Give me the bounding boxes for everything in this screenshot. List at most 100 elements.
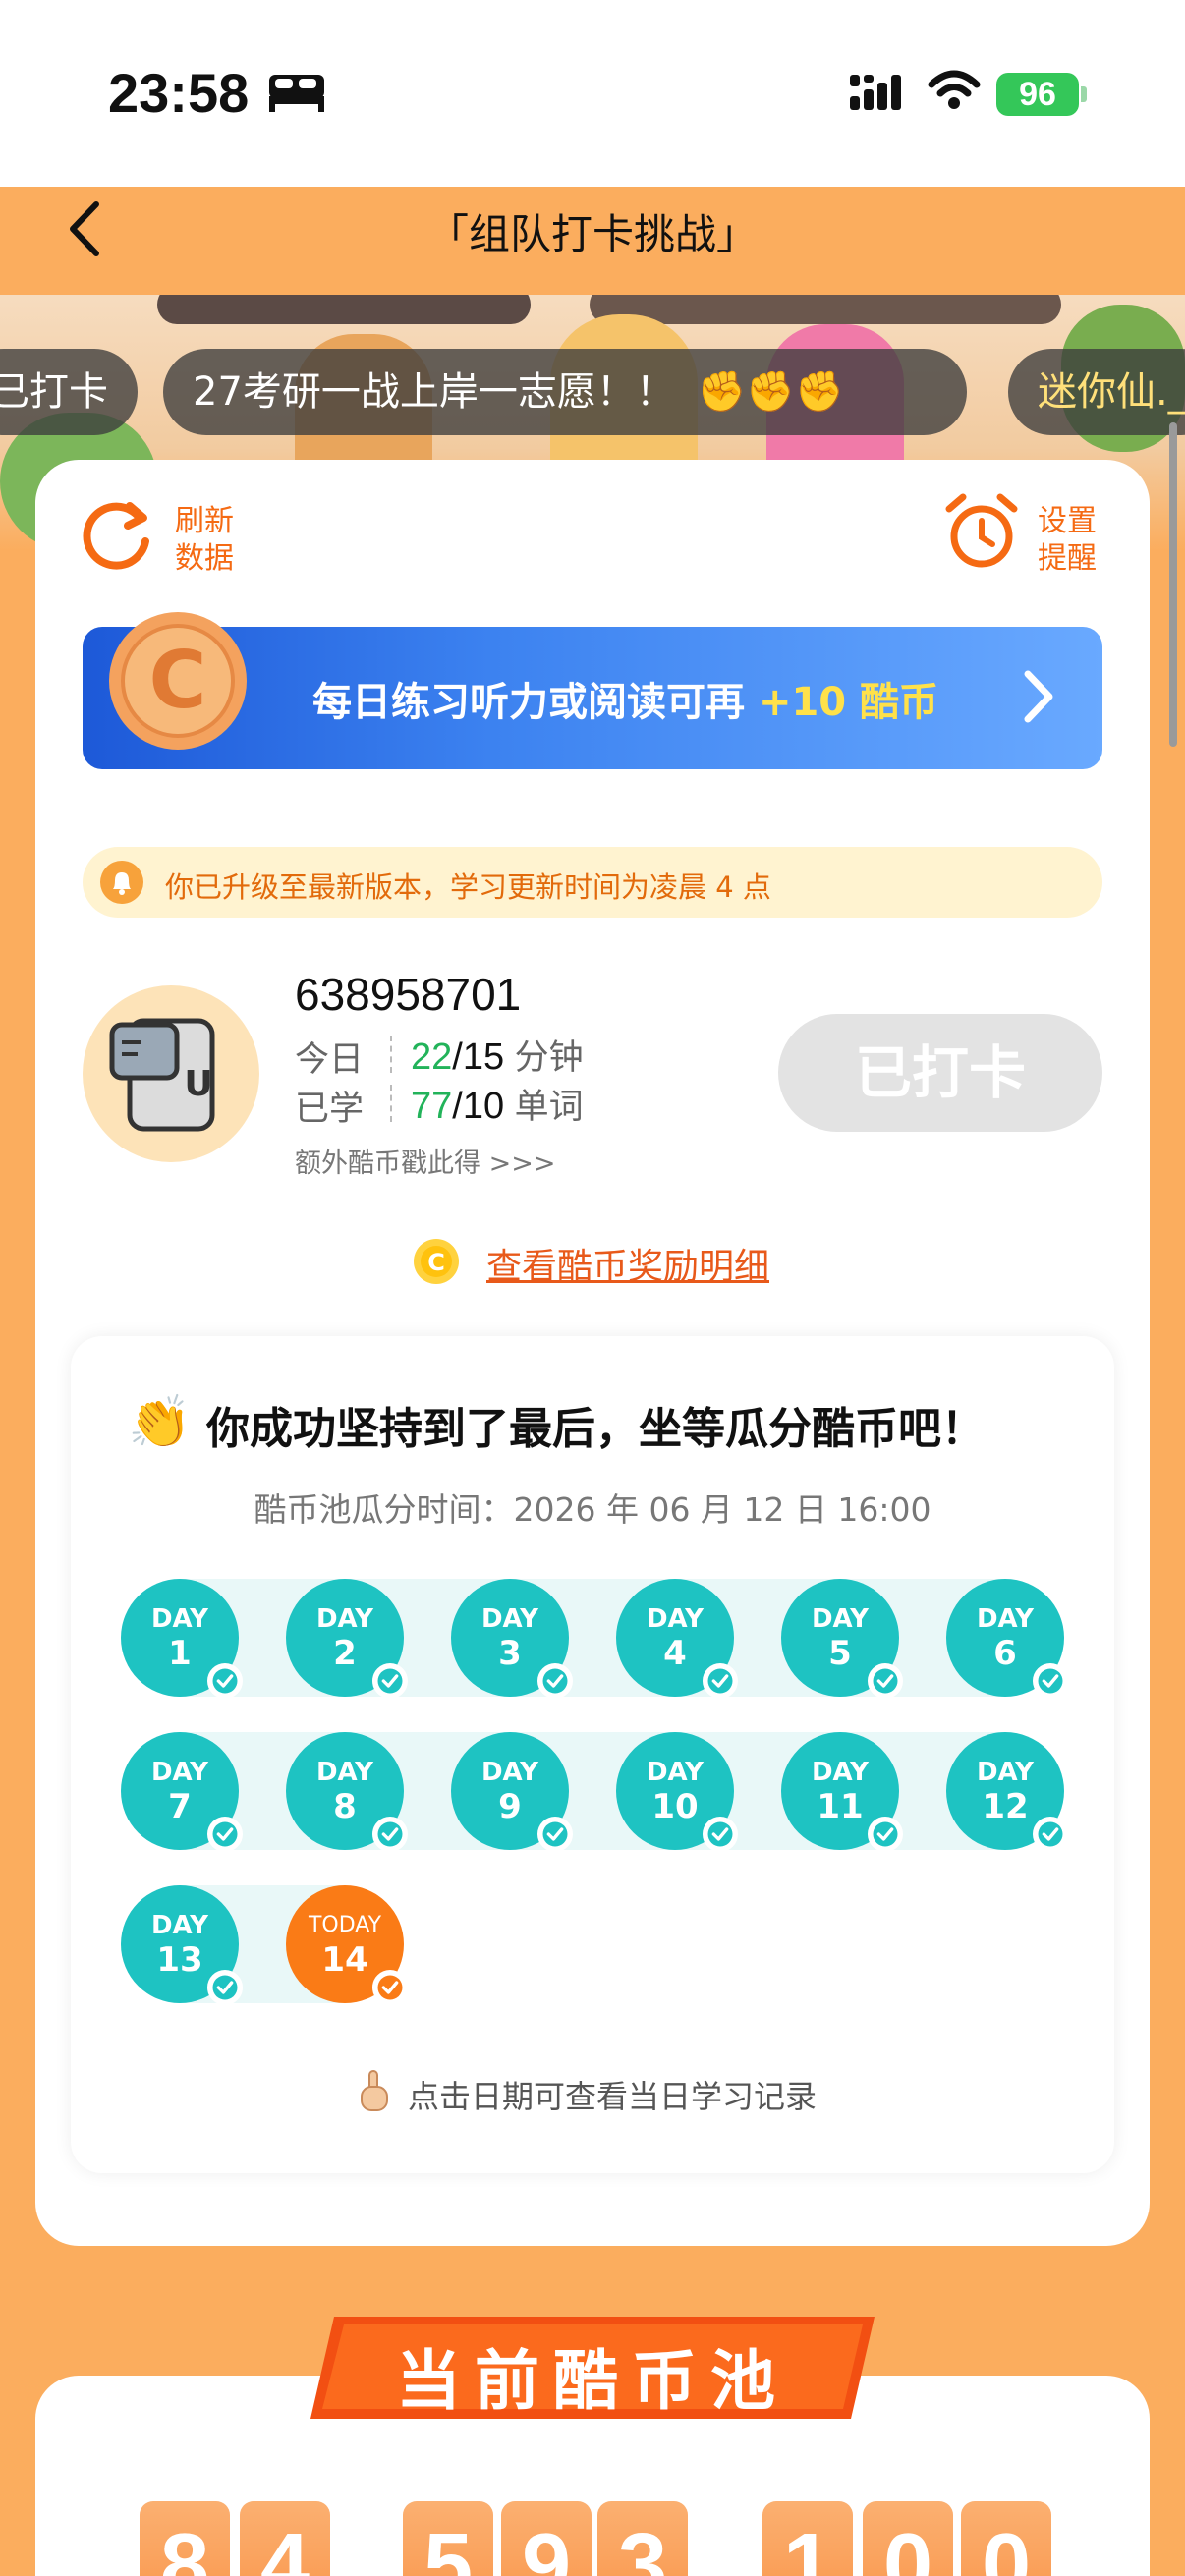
day-7-button[interactable]: DAY 7 xyxy=(121,1732,243,1852)
reminder-label-line: 设置 xyxy=(1038,504,1097,538)
learned-done: 77 xyxy=(411,1086,453,1127)
bell-icon xyxy=(100,861,143,904)
day-9-button[interactable]: DAY 9 xyxy=(451,1732,573,1852)
check-icon xyxy=(537,1817,573,1852)
coin-icon: C xyxy=(109,612,247,750)
check-icon xyxy=(207,1970,243,2005)
cellular-signal-icon xyxy=(850,75,901,110)
marquee-pill: 迷你仙._( xyxy=(1008,349,1185,435)
check-icon xyxy=(1033,1817,1068,1852)
reward-details-link[interactable]: 查看酷币奖励明细 xyxy=(486,1238,769,1289)
marquee-pill: 已打卡 xyxy=(0,349,138,435)
pool-digit: 4 xyxy=(240,2501,330,2576)
day-label: DAY xyxy=(480,1758,539,1787)
day-8-button[interactable]: DAY 8 xyxy=(286,1732,408,1852)
check-icon xyxy=(372,1970,408,2005)
avatar[interactable]: U xyxy=(83,985,259,1162)
hint-text: 点击日期可查看当日学习记录 xyxy=(408,2078,818,2115)
page-title: 「组队打卡挑战」 xyxy=(426,210,758,258)
day-label: DAY xyxy=(976,1758,1035,1787)
notice-text: 你已升级至最新版本，学习更新时间为凌晨 4 点 xyxy=(165,870,771,904)
check-icon xyxy=(207,1817,243,1852)
promo-text: 每日练习听力或阅读可再 +10 酷币 xyxy=(312,670,938,727)
pool-digit: 8 xyxy=(140,2501,230,2576)
svg-text:C: C xyxy=(149,635,207,726)
day-label: DAY xyxy=(315,1758,374,1787)
success-message: 你成功坚持到了最后，坐等瓜分酷币吧！ xyxy=(206,1404,985,1454)
wifi-icon xyxy=(928,70,981,109)
day-6-button[interactable]: DAY 6 xyxy=(946,1579,1068,1699)
day-label: DAY xyxy=(976,1604,1035,1634)
pool-digit: 1 xyxy=(762,2501,853,2576)
today-progress: 22/15 分钟 xyxy=(411,1030,584,1080)
marquee-text: 迷你仙._( xyxy=(1038,369,1185,415)
notebook-icon: U xyxy=(109,1018,215,1132)
user-id: 638958701 xyxy=(295,969,522,1020)
day-11-button[interactable]: DAY 11 xyxy=(781,1732,903,1852)
check-icon xyxy=(703,1663,738,1699)
day-14-button[interactable]: TODAY 14 xyxy=(286,1885,408,2005)
reminder-label[interactable]: 设置 提醒 xyxy=(1038,503,1097,578)
check-icon xyxy=(868,1817,903,1852)
marquee-text: 27考研一战上岸一志愿！！ xyxy=(193,369,675,415)
pool-digit: 0 xyxy=(961,2501,1051,2576)
refresh-label[interactable]: 刷新 数据 xyxy=(175,503,234,578)
check-icon xyxy=(703,1817,738,1852)
learned-target: /10 xyxy=(452,1086,505,1127)
day-label: DAY xyxy=(811,1758,870,1787)
day-12-button[interactable]: DAY 12 xyxy=(946,1732,1068,1852)
day-label: DAY xyxy=(811,1604,870,1634)
marquee-text: 已打卡 xyxy=(0,369,108,415)
reminder-label-line: 提醒 xyxy=(1038,541,1097,576)
promo-reward: +10 酷币 xyxy=(758,680,939,725)
pool-title: 当前酷币池 xyxy=(396,2343,789,2419)
learned-label: 已学 xyxy=(295,1090,365,1129)
day-label: DAY xyxy=(150,1911,209,1940)
battery-cap xyxy=(1081,86,1087,102)
day-label: DAY xyxy=(150,1604,209,1634)
pool-split-time: 酷币池瓜分时间：2026 年 06 月 12 日 16:00 xyxy=(254,1490,931,1529)
pointing-hand-icon xyxy=(361,2070,388,2111)
battery-indicator: 96 xyxy=(996,73,1079,116)
fist-emoji: ✊✊✊ xyxy=(697,369,845,415)
coin-icon: C xyxy=(414,1239,459,1284)
svg-text:C: C xyxy=(427,1249,445,1276)
divider xyxy=(390,1036,392,1073)
day-13-button[interactable]: DAY 13 xyxy=(121,1885,243,2005)
day-label: DAY xyxy=(480,1604,539,1634)
day-1-button[interactable]: DAY 1 xyxy=(121,1579,243,1699)
banner-decoration xyxy=(157,295,531,324)
clapping-hands-icon: 👏 xyxy=(128,1393,192,1452)
check-icon xyxy=(868,1663,903,1699)
today-unit: 分钟 xyxy=(514,1038,584,1077)
pool-digit: 9 xyxy=(501,2501,592,2576)
chevron-right-icon[interactable] xyxy=(1022,668,1055,725)
checked-in-button[interactable]: 已打卡 xyxy=(778,1014,1102,1132)
alarm-clock-icon[interactable] xyxy=(943,491,1020,572)
today-target: /15 xyxy=(452,1036,505,1078)
learned-progress: 77/10 单词 xyxy=(411,1079,584,1129)
day-3-button[interactable]: DAY 3 xyxy=(451,1579,573,1699)
refresh-label-line: 数据 xyxy=(175,541,234,576)
watermark: @暗冬 xyxy=(1051,2539,1135,2569)
refresh-icon[interactable] xyxy=(81,496,155,571)
extra-coins-link[interactable]: 额外酷币戳此得 >>> xyxy=(295,1142,555,1180)
check-icon xyxy=(207,1663,243,1699)
sleep-mode-icon xyxy=(269,75,324,112)
day-label: DAY xyxy=(315,1604,374,1634)
day-4-button[interactable]: DAY 4 xyxy=(616,1579,738,1699)
scrollbar[interactable] xyxy=(1169,422,1177,747)
promo-text-main: 每日练习听力或阅读可再 xyxy=(312,680,745,725)
day-label: DAY xyxy=(150,1758,209,1787)
today-label: 今日 xyxy=(295,1040,365,1080)
day-label: DAY xyxy=(646,1604,705,1634)
pool-digit: 5 xyxy=(403,2501,493,2576)
day-5-button[interactable]: DAY 5 xyxy=(781,1579,903,1699)
day-10-button[interactable]: DAY 10 xyxy=(616,1732,738,1852)
learned-unit: 单词 xyxy=(514,1088,584,1126)
today-done: 22 xyxy=(411,1036,453,1078)
pool-digit: 0 xyxy=(863,2501,953,2576)
check-icon xyxy=(1033,1663,1068,1699)
day-2-button[interactable]: DAY 2 xyxy=(286,1579,408,1699)
banner-decoration xyxy=(590,295,1061,324)
